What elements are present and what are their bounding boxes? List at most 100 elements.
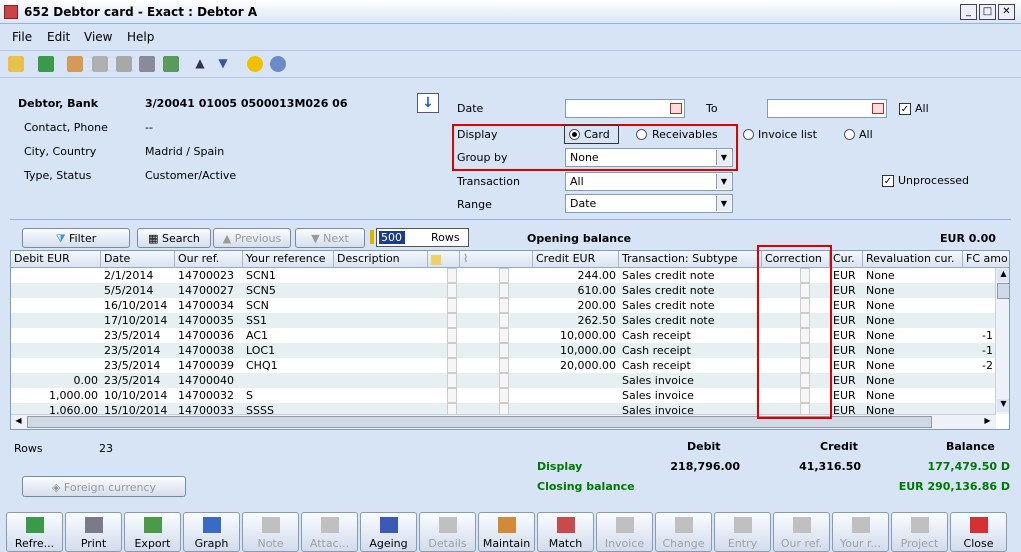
col-credit[interactable]: Credit EUR — [533, 251, 619, 268]
next-button[interactable]: ▼ Next — [295, 228, 365, 248]
euro-icon[interactable] — [247, 56, 263, 72]
transaction-select[interactable]: All ▼ — [565, 172, 733, 191]
table-row[interactable]: 23/5/2014 14700036 AC1 10,000.00 Cash receip… — [11, 328, 996, 343]
chevron-down-icon[interactable]: ▼ — [716, 174, 731, 189]
horizontal-scrollbar[interactable]: ◀ ▶ — [11, 414, 996, 429]
change-button[interactable]: Change — [655, 512, 712, 552]
graph-button[interactable]: Graph — [183, 512, 240, 552]
calendar-icon[interactable] — [872, 103, 884, 114]
our-ref-button[interactable]: Our ref. — [773, 512, 830, 552]
attachment-checkbox[interactable] — [499, 283, 509, 298]
menu-file[interactable]: File — [12, 30, 32, 44]
table-row[interactable]: 5/5/2014 14700027 SCN5 610.00 Sales credit n… — [11, 283, 996, 298]
attachment-checkbox[interactable] — [499, 313, 509, 328]
attachment-checkbox[interactable] — [499, 388, 509, 403]
table-row[interactable]: 17/10/2014 14700035 SS1 262.50 Sales credit … — [11, 313, 996, 328]
receivables-radio[interactable] — [636, 129, 647, 140]
ageing-button[interactable]: Ageing — [360, 512, 417, 552]
your-r-button[interactable]: Your r... — [832, 512, 889, 552]
arrow-up-icon[interactable]: ▲ — [192, 56, 208, 72]
all-dates-checkbox[interactable]: ✓ — [899, 103, 911, 115]
project-button[interactable]: Project — [891, 512, 948, 552]
note-checkbox[interactable] — [447, 388, 457, 403]
rows-limit-input[interactable]: 500 — [379, 231, 405, 244]
table-row[interactable]: 23/5/2014 14700039 CHQ1 20,000.00 Cash recei… — [11, 358, 996, 373]
search-button[interactable]: ▦ Search — [137, 228, 211, 248]
col-date[interactable]: Date — [101, 251, 175, 268]
note-checkbox[interactable] — [447, 373, 457, 388]
chevron-down-icon[interactable]: ▼ — [716, 150, 731, 165]
export-icon[interactable] — [163, 56, 179, 72]
vertical-scrollbar[interactable]: ▲ ▼ — [995, 268, 1009, 414]
col-transaction-subtype[interactable]: Transaction: Subtype — [619, 251, 762, 268]
col-note[interactable] — [428, 251, 460, 268]
note-checkbox[interactable] — [447, 343, 457, 358]
attachment-checkbox[interactable] — [499, 328, 509, 343]
all-radio[interactable] — [844, 129, 855, 140]
scroll-left-icon[interactable]: ◀ — [12, 416, 25, 428]
match-button[interactable]: Match — [537, 512, 594, 552]
note-checkbox[interactable] — [447, 283, 457, 298]
filter-button[interactable]: ⧩ Filter — [22, 228, 130, 248]
note-checkbox[interactable] — [447, 328, 457, 343]
menu-view[interactable]: View — [84, 30, 112, 44]
attachment-checkbox[interactable] — [499, 358, 509, 373]
help-icon[interactable] — [270, 56, 286, 72]
note-checkbox[interactable] — [447, 268, 457, 283]
card-radio[interactable] — [569, 129, 580, 140]
scroll-right-icon[interactable]: ▶ — [981, 416, 994, 428]
col-your-reference[interactable]: Your reference — [243, 251, 334, 268]
date-from-field[interactable] — [565, 99, 685, 118]
col-debit[interactable]: Debit EUR — [11, 251, 101, 268]
attachment-checkbox[interactable] — [499, 343, 509, 358]
unprocessed-checkbox[interactable]: ✓ — [882, 175, 894, 187]
date-to-field[interactable] — [767, 99, 887, 118]
scroll-up-icon[interactable]: ▲ — [997, 269, 1009, 282]
table-row[interactable]: 2/1/2014 14700023 SCN1 244.00 Sales credit n… — [11, 268, 996, 283]
note-checkbox[interactable] — [447, 358, 457, 373]
invoice-button[interactable]: Invoice — [596, 512, 653, 552]
group-by-select[interactable]: None ▼ — [565, 148, 733, 167]
attachment-checkbox[interactable] — [499, 373, 509, 388]
maintain-button[interactable]: Maintain — [478, 512, 535, 552]
minimize-button[interactable]: _ — [960, 4, 977, 20]
note-checkbox[interactable] — [447, 298, 457, 313]
export-button[interactable]: Export — [124, 512, 181, 552]
scroll-thumb[interactable] — [997, 283, 1009, 299]
col-description[interactable]: Description — [334, 251, 428, 268]
chevron-down-icon[interactable]: ▼ — [716, 196, 731, 211]
close-button[interactable]: Close — [950, 512, 1007, 552]
foreign-currency-button[interactable]: ◈ Foreign currency — [22, 476, 186, 497]
print-button[interactable]: Print — [65, 512, 122, 552]
table-row[interactable]: 16/10/2014 14700034 SCN 200.00 Sales credit … — [11, 298, 996, 313]
calendar-icon[interactable] — [670, 103, 682, 114]
col-revaluation-cur[interactable]: Revaluation cur. — [863, 251, 963, 268]
note-button[interactable]: Note — [242, 512, 299, 552]
menu-edit[interactable]: Edit — [47, 30, 70, 44]
wrench-icon[interactable] — [67, 56, 83, 72]
entry-button[interactable]: Entry — [714, 512, 771, 552]
col-fc-amount[interactable]: FC amo — [963, 251, 1009, 268]
maximize-button[interactable]: □ — [979, 4, 996, 20]
refresh-icon[interactable] — [38, 56, 54, 72]
scroll-down-icon[interactable]: ▼ — [997, 399, 1009, 412]
refre-button[interactable]: Refre... — [6, 512, 63, 552]
expand-down-icon[interactable]: ↓ — [417, 93, 439, 113]
menu-help[interactable]: Help — [127, 30, 154, 44]
card-radio-option[interactable]: Card — [564, 125, 619, 144]
col-our-ref[interactable]: Our ref. — [175, 251, 243, 268]
table-row[interactable]: 23/5/2014 14700038 LOC1 10,000.00 Cash recei… — [11, 343, 996, 358]
invoice-list-radio[interactable] — [743, 129, 754, 140]
table-row[interactable]: 1,000.00 10/10/2014 14700032 S Sales invoice… — [11, 388, 996, 403]
close-window-button[interactable]: ✕ — [998, 4, 1015, 20]
printer-icon[interactable] — [139, 56, 155, 72]
attachment-checkbox[interactable] — [499, 298, 509, 313]
attachment-checkbox[interactable] — [499, 268, 509, 283]
open-icon[interactable] — [8, 56, 24, 72]
col-currency[interactable]: Cur. — [830, 251, 863, 268]
arrow-down-icon[interactable]: ▼ — [215, 56, 231, 72]
details-button[interactable]: Details — [419, 512, 476, 552]
attac-button[interactable]: Attac... — [301, 512, 358, 552]
table-row[interactable]: 0.00 23/5/2014 14700040 Sales invoice EUR Non… — [11, 373, 996, 388]
col-attachment[interactable]: ⌇ — [460, 251, 533, 268]
